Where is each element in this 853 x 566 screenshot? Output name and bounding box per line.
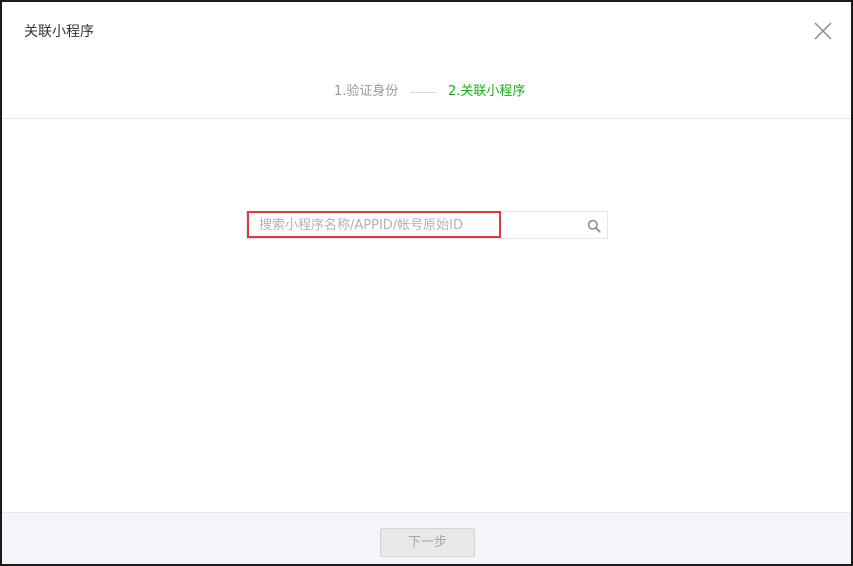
search-box xyxy=(246,211,608,239)
header-divider xyxy=(2,118,851,119)
step-indicator: 1.验证身份 2.关联小程序 xyxy=(2,81,851,103)
search-icon[interactable] xyxy=(587,218,601,233)
search-input[interactable] xyxy=(247,212,577,238)
step-connector xyxy=(410,92,436,93)
dialog-footer: 下一步 xyxy=(2,512,851,564)
dialog-title: 关联小程序 xyxy=(24,24,94,40)
associate-mini-program-dialog: 关联小程序 1.验证身份 2.关联小程序 下一步 xyxy=(0,0,853,566)
next-button[interactable]: 下一步 xyxy=(380,528,475,557)
close-icon[interactable] xyxy=(812,20,834,42)
step-1-label: 1.验证身份 xyxy=(334,84,399,99)
step-2-label: 2.关联小程序 xyxy=(448,84,526,99)
